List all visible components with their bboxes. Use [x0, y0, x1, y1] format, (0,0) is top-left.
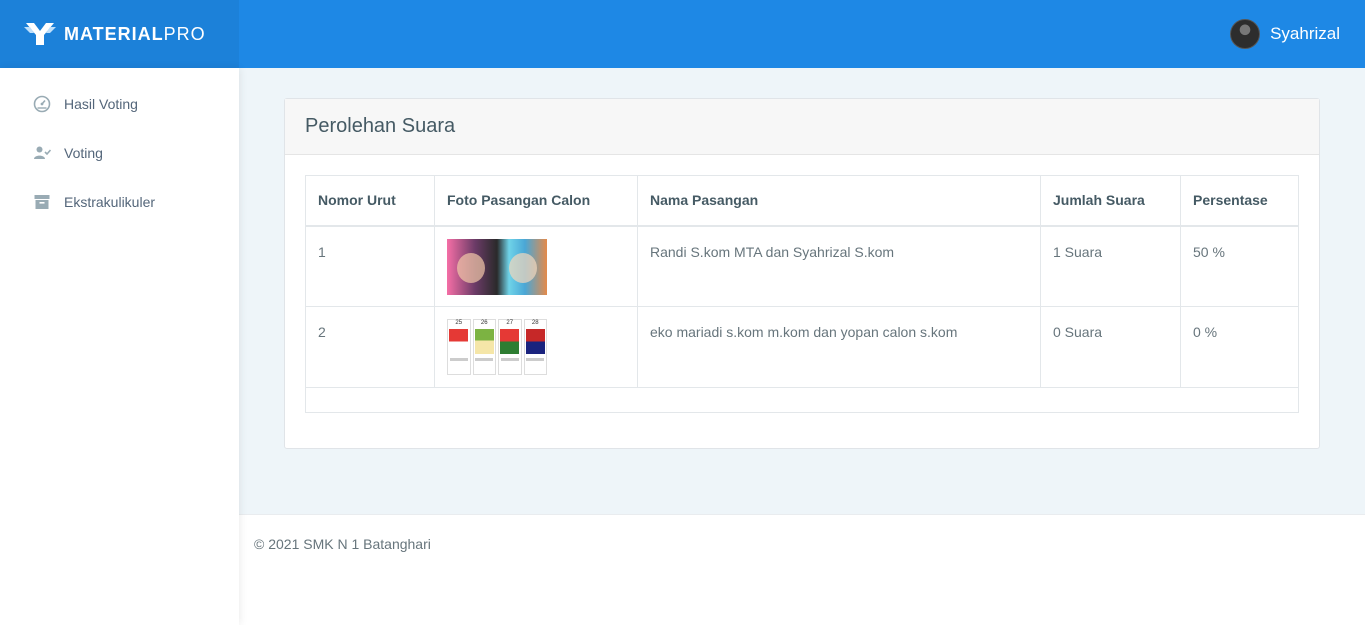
sidebar-item-ekstrakulikuler[interactable]: Ekstrakulikuler: [0, 177, 239, 226]
sidebar: Hasil Voting Voting Ekstrakulikuler: [0, 68, 239, 625]
cell-suara: 0 Suara: [1040, 306, 1181, 388]
card-body: Nomor Urut Foto Pasangan Calon Nama Pasa…: [285, 155, 1319, 433]
cell-persen: 50 %: [1180, 225, 1299, 307]
table-row: 1 Randi S.kom MTA dan Syahrizal S.kom 1 …: [305, 225, 1299, 307]
user-name[interactable]: Syahrizal: [1270, 24, 1340, 44]
cell-nomor: 1: [305, 225, 435, 307]
results-table: Nomor Urut Foto Pasangan Calon Nama Pasa…: [305, 175, 1299, 413]
card-header: Perolehan Suara: [285, 99, 1319, 155]
table-row-empty: [305, 387, 1299, 413]
table-header-row: Nomor Urut Foto Pasangan Calon Nama Pasa…: [305, 175, 1299, 227]
topbar: MATERIALPRO Syahrizal: [0, 0, 1365, 68]
brand-name: MATERIALPRO: [64, 23, 206, 44]
user-menu[interactable]: Syahrizal: [1230, 19, 1340, 49]
poster-number: 25: [455, 320, 463, 326]
user-avatar[interactable]: [1230, 19, 1261, 49]
cell-foto: [434, 225, 638, 307]
sidebar-item-voting[interactable]: Voting: [0, 128, 239, 177]
candidate-photo: [447, 238, 547, 295]
candidate-poster: 26: [472, 319, 496, 375]
sidebar-item-hasil-voting[interactable]: Hasil Voting: [0, 79, 239, 128]
column-header-jumlah-suara: Jumlah Suara: [1040, 175, 1181, 227]
cell-suara: 1 Suara: [1040, 225, 1181, 307]
cell-nama: Randi S.kom MTA dan Syahrizal S.kom: [637, 225, 1041, 307]
candidate-poster: 25: [447, 319, 471, 375]
candidate-photo: 25 26 27 28: [447, 319, 547, 375]
footer: © 2021 SMK N 1 Batanghari: [239, 514, 1365, 625]
column-header-nama: Nama Pasangan: [637, 175, 1041, 227]
card-title: Perolehan Suara: [305, 115, 456, 137]
brand-logo[interactable]: MATERIALPRO: [0, 0, 239, 68]
footer-copyright: © 2021 SMK N 1 Batanghari: [254, 536, 431, 552]
sidebar-item-label: Hasil Voting: [64, 95, 138, 112]
poster-number: 27: [506, 320, 514, 326]
candidate-poster: 27: [498, 319, 522, 375]
sidebar-item-label: Ekstrakulikuler: [64, 193, 156, 210]
cell-nomor: 2: [305, 306, 435, 388]
materialpro-logo-icon: [24, 23, 56, 45]
table-row: 2 25 26 27 28 eko mariadi s.kom m.kom da…: [305, 306, 1299, 388]
archive-icon: [33, 193, 51, 211]
vote-results-card: Perolehan Suara Nomor Urut Foto Pasangan…: [284, 98, 1320, 449]
empty-cell: [305, 387, 1299, 413]
dashboard-icon: [33, 95, 51, 113]
sidebar-item-label: Voting: [64, 144, 103, 161]
cell-nama: eko mariadi s.kom m.kom dan yopan calon …: [637, 306, 1041, 388]
column-header-persentase: Persentase: [1180, 175, 1299, 227]
poster-number: 26: [480, 320, 488, 326]
user-check-icon: [33, 144, 51, 162]
column-header-foto: Foto Pasangan Calon: [434, 175, 638, 227]
poster-number: 28: [531, 320, 539, 326]
candidate-poster: 28: [523, 319, 547, 375]
column-header-nomor-urut: Nomor Urut: [305, 175, 435, 227]
cell-foto: 25 26 27 28: [434, 306, 638, 388]
cell-persen: 0 %: [1180, 306, 1299, 388]
